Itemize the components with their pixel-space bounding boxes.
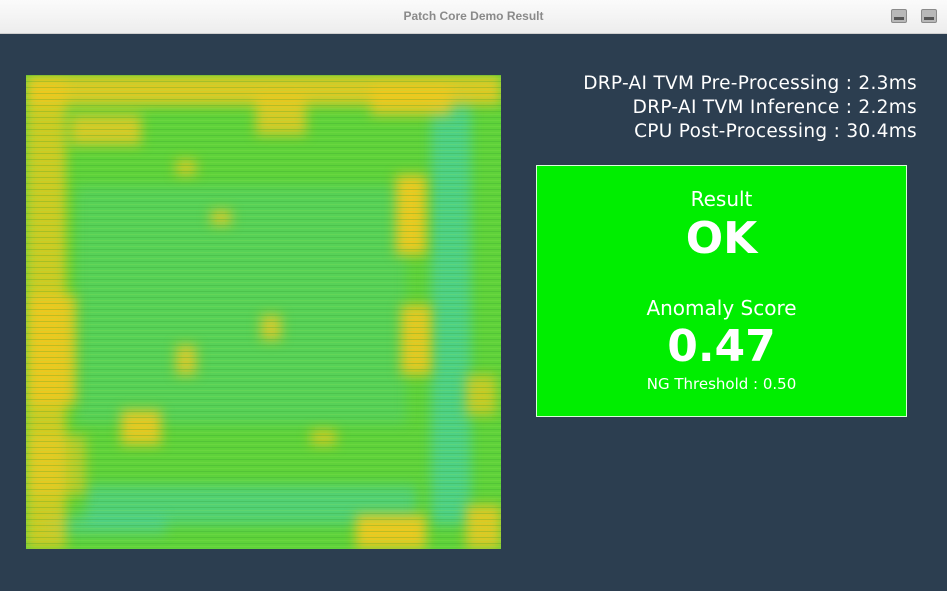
app-window: Patch Core Demo Result DRP-AI TVM Pre-Pr… (0, 0, 947, 591)
processing-times: DRP-AI TVM Pre-Processing : 2.3ms DRP-AI… (583, 72, 917, 144)
maximize-icon[interactable] (921, 9, 937, 23)
inference-time: DRP-AI TVM Inference : 2.2ms (632, 97, 917, 118)
result-label: Result (690, 187, 753, 211)
minimize-icon[interactable] (891, 9, 907, 23)
ng-threshold: NG Threshold : 0.50 (646, 375, 797, 393)
anomaly-heatmap-image (26, 75, 501, 549)
anomaly-score-value: 0.47 (667, 321, 776, 372)
post-processing-time: CPU Post-Processing : 30.4ms (634, 121, 917, 142)
title-bar[interactable]: Patch Core Demo Result (0, 0, 947, 34)
pre-processing-time: DRP-AI TVM Pre-Processing : 2.3ms (583, 73, 917, 94)
result-value: OK (685, 213, 758, 264)
result-panel: Result OK Anomaly Score 0.47 NG Threshol… (536, 165, 907, 417)
window-title: Patch Core Demo Result (403, 9, 544, 23)
anomaly-score-label: Anomaly Score (646, 296, 797, 320)
